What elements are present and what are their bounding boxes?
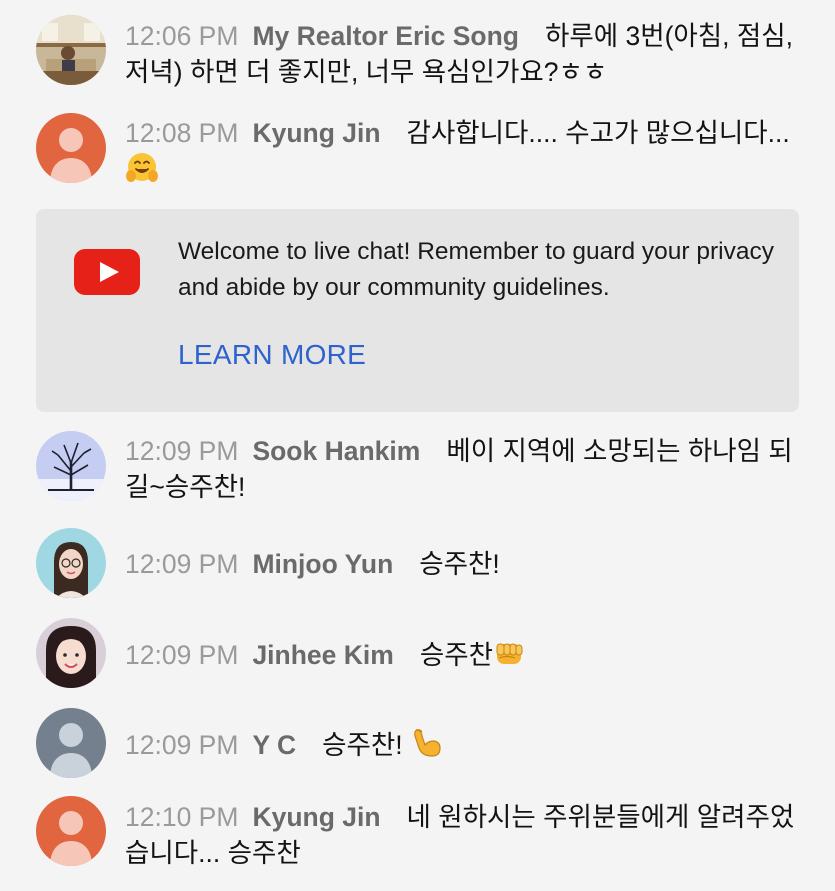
message-text-block: 12:09 PM Jinhee Kim 승주찬 xyxy=(125,636,795,673)
message-text-block: 12:08 PM Kyung Jin 감사합니다.... 수고가 많으십니다... xyxy=(125,115,795,188)
message-timestamp: 12:09 PM xyxy=(125,436,239,466)
message-author[interactable]: Sook Hankim xyxy=(252,436,420,466)
message-text-block: 12:09 PM Y C 승주찬! xyxy=(125,726,795,763)
chat-message: 12:09 PM Sook Hankim 베이 지역에 소망되는 하나임 되길~승주… xyxy=(0,428,835,523)
message-body: 승주찬! xyxy=(419,549,500,579)
message-author[interactable]: Kyung Jin xyxy=(252,802,380,832)
message-body: 승주찬! xyxy=(322,730,411,760)
default-person-avatar[interactable] xyxy=(36,708,106,778)
message-author[interactable]: Kyung Jin xyxy=(252,118,380,148)
woman-glasses-photo-avatar[interactable] xyxy=(36,528,106,598)
chat-message: 12:09 PM Y C 승주찬! xyxy=(0,703,835,793)
default-person-avatar[interactable] xyxy=(36,113,106,183)
chat-message: 12:09 PM Jinhee Kim 승주찬 xyxy=(0,613,835,703)
message-timestamp: 12:10 PM xyxy=(125,802,239,832)
oncoming-fist-emoji-icon xyxy=(493,636,527,670)
message-author[interactable]: Minjoo Yun xyxy=(252,549,393,579)
message-author[interactable]: My Realtor Eric Song xyxy=(252,21,519,51)
welcome-message: Welcome to live chat! Remember to guard … xyxy=(178,238,774,301)
message-text-block: 12:09 PM Sook Hankim 베이 지역에 소망되는 하나임 되길~승주… xyxy=(125,433,795,505)
live-chat-welcome-banner: Welcome to live chat! Remember to guard … xyxy=(36,209,799,412)
chat-message: 12:10 PM Kyung Jin 네 원하시는 주위분들에게 알려주었습니다..… xyxy=(0,793,835,891)
message-timestamp: 12:09 PM xyxy=(125,549,239,579)
message-text-block: 12:10 PM Kyung Jin 네 원하시는 주위분들에게 알려주었습니다..… xyxy=(125,799,795,871)
learn-more-link[interactable]: LEARN MORE xyxy=(178,337,366,373)
flexed-biceps-emoji-icon xyxy=(410,726,444,760)
message-text-block: 12:09 PM Minjoo Yun 승주찬! xyxy=(125,546,795,582)
message-text-block: 12:06 PM My Realtor Eric Song 하루에 3번(아침, 점… xyxy=(125,18,795,90)
house-photo-avatar[interactable] xyxy=(36,15,106,85)
message-body: 감사합니다.... 수고가 많으십니다... xyxy=(406,118,790,148)
message-author[interactable]: Y C xyxy=(252,730,296,760)
chat-message: 12:06 PM My Realtor Eric Song 하루에 3번(아침, 점… xyxy=(0,0,835,100)
chat-message: 12:08 PM Kyung Jin 감사합니다.... 수고가 많으십니다... xyxy=(0,100,835,200)
message-timestamp: 12:09 PM xyxy=(125,730,239,760)
message-timestamp: 12:06 PM xyxy=(125,21,239,51)
chat-message: 12:09 PM Minjoo Yun 승주찬! xyxy=(0,523,835,613)
default-person-avatar[interactable] xyxy=(36,796,106,866)
hugging-face-emoji-icon xyxy=(125,151,159,185)
message-timestamp: 12:08 PM xyxy=(125,118,239,148)
message-body: 승주찬 xyxy=(419,640,493,670)
live-chat-panel: 12:06 PM My Realtor Eric Song 하루에 3번(아침, 점… xyxy=(0,0,835,891)
message-author[interactable]: Jinhee Kim xyxy=(252,640,393,670)
woman-photo-avatar[interactable] xyxy=(36,618,106,688)
message-timestamp: 12:09 PM xyxy=(125,640,239,670)
youtube-logo-icon xyxy=(74,249,140,295)
winter-tree-photo-avatar[interactable] xyxy=(36,431,106,501)
